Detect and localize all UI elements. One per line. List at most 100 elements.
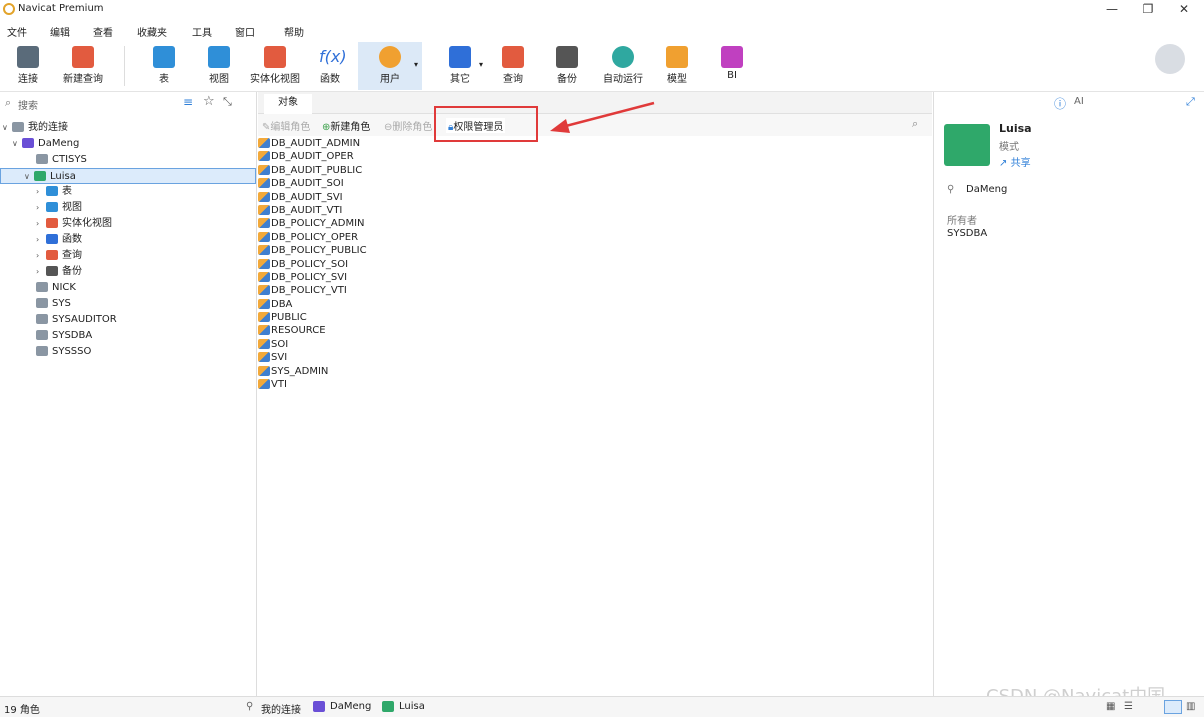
- list-item[interactable]: DB_AUDIT_PUBLIC: [258, 164, 932, 177]
- collapse-icon[interactable]: ⤡: [223, 95, 232, 109]
- delete-role-button[interactable]: ⊖删除角色: [384, 118, 432, 133]
- list-item[interactable]: SYS_ADMIN: [258, 365, 932, 378]
- role-icon: [258, 151, 270, 162]
- role-icon: [258, 271, 270, 282]
- info-icon[interactable]: ⓘ: [1054, 95, 1066, 112]
- share-button[interactable]: ↗ 共享: [999, 154, 1031, 169]
- menu-window[interactable]: 窗口: [235, 24, 255, 39]
- menu-edit[interactable]: 编辑: [50, 24, 70, 39]
- list-item[interactable]: DB_AUDIT_VTI: [258, 204, 932, 217]
- expand-icon[interactable]: ⤢: [1186, 95, 1195, 109]
- list-item[interactable]: DB_POLICY_VTI: [258, 284, 932, 297]
- star-icon[interactable]: ☆: [203, 94, 215, 109]
- list-item[interactable]: DB_POLICY_PUBLIC: [258, 244, 932, 257]
- list-item[interactable]: DB_AUDIT_SOI: [258, 177, 932, 190]
- list-item[interactable]: DB_AUDIT_SVI: [258, 191, 932, 204]
- model-button[interactable]: 模型: [657, 42, 697, 90]
- menu-file[interactable]: 文件: [7, 24, 27, 39]
- list-item[interactable]: DBA: [258, 298, 932, 311]
- minimize-button[interactable]: —: [1094, 0, 1130, 20]
- list-item[interactable]: PUBLIC: [258, 311, 932, 324]
- menu-tools[interactable]: 工具: [192, 24, 212, 39]
- status-bar: 19 角色 ⚲ 我的连接 DaMeng Luisa ▦ ☰ ▥: [0, 696, 1204, 717]
- automation-button[interactable]: 自动运行: [598, 42, 648, 90]
- breadcrumb-root[interactable]: 我的连接: [261, 701, 301, 716]
- tree-item-queries[interactable]: › 查询: [0, 248, 256, 264]
- list-item[interactable]: DB_POLICY_OPER: [258, 231, 932, 244]
- schema-icon: [382, 701, 394, 712]
- list-item[interactable]: DB_AUDIT_ADMIN: [258, 137, 932, 150]
- function-label: 函数: [320, 74, 340, 85]
- role-name: DBA: [271, 298, 293, 310]
- list-item[interactable]: DB_POLICY_SOI: [258, 258, 932, 271]
- new-role-button[interactable]: ⊕新建角色: [322, 118, 370, 133]
- tree-schema[interactable]: SYS: [0, 296, 256, 312]
- tree-schema[interactable]: SYSDBA: [0, 328, 256, 344]
- list-item[interactable]: DB_POLICY_ADMIN: [258, 217, 932, 230]
- ai-tab[interactable]: AI: [1074, 96, 1084, 107]
- table-button[interactable]: 表: [144, 42, 184, 90]
- materialized-view-button[interactable]: 实体化视图: [246, 42, 304, 90]
- tree-connection[interactable]: ∨ DaMeng: [0, 136, 256, 152]
- user-button[interactable]: 用户 ▾: [358, 42, 422, 90]
- list-item[interactable]: RESOURCE: [258, 324, 932, 337]
- bi-button[interactable]: BI: [712, 42, 752, 90]
- tree-item-views[interactable]: › 视图: [0, 200, 256, 216]
- tree-schema[interactable]: SYSAUDITOR: [0, 312, 256, 328]
- tab-objects[interactable]: 对象: [264, 94, 312, 114]
- new-query-icon: [72, 46, 94, 68]
- chevron-down-icon: ∨: [2, 123, 8, 132]
- automation-label: 自动运行: [603, 74, 643, 85]
- close-button[interactable]: ✕: [1166, 0, 1202, 20]
- tree-schema-selected[interactable]: ∨ Luisa: [0, 168, 256, 184]
- connect-button[interactable]: 连接: [6, 42, 50, 90]
- tree-schema[interactable]: NICK: [0, 280, 256, 296]
- tree-item-materialized-views[interactable]: › 实体化视图: [0, 216, 256, 232]
- other-dropdown-arrow-icon[interactable]: ▾: [479, 60, 483, 69]
- search-icon[interactable]: ⌕: [912, 117, 918, 131]
- list-view-icon[interactable]: ☰: [1124, 701, 1133, 712]
- tree-item-tables[interactable]: › 表: [0, 184, 256, 200]
- menu-help[interactable]: 帮助: [284, 24, 304, 39]
- info-pane-icon[interactable]: ▥: [1186, 701, 1195, 712]
- tree-item-backups[interactable]: › 备份: [0, 264, 256, 280]
- view-button[interactable]: 视图: [199, 42, 239, 90]
- other-button[interactable]: 其它 ▾: [433, 42, 487, 90]
- schema-icon: [36, 282, 48, 292]
- search-input[interactable]: 搜索: [18, 97, 38, 112]
- sidebar-search-bar: ⌕ 搜索 ≡ ☆ ⤡: [0, 94, 256, 114]
- schema-icon: [36, 298, 48, 308]
- edit-role-button[interactable]: ✎编辑角色: [262, 118, 310, 133]
- materialized-view-icon: [46, 218, 58, 228]
- breadcrumb-schema[interactable]: Luisa: [399, 701, 425, 712]
- query-button[interactable]: 查询: [493, 42, 533, 90]
- info-panel: ⓘ AI ⤢ Luisa 模式 ↗ 共享 ⚲ DaMeng 所有者 SYSDBA…: [933, 92, 1204, 707]
- user-dropdown-arrow-icon[interactable]: ▾: [414, 60, 418, 69]
- list-item[interactable]: SOI: [258, 338, 932, 351]
- user-label: 用户: [380, 74, 400, 85]
- menu-favorites[interactable]: 收藏夹: [137, 24, 167, 39]
- list-item[interactable]: DB_AUDIT_OPER: [258, 150, 932, 163]
- menu-view[interactable]: 查看: [93, 24, 113, 39]
- tree-item-functions[interactable]: › 函数: [0, 232, 256, 248]
- tree-root[interactable]: ∨ 我的连接: [0, 120, 256, 136]
- list-item[interactable]: DB_POLICY_SVI: [258, 271, 932, 284]
- other-label: 其它: [450, 74, 470, 85]
- tree-schema[interactable]: SYSSSO: [0, 344, 256, 360]
- detail-view-icon[interactable]: [1164, 700, 1182, 714]
- breadcrumb-connection[interactable]: DaMeng: [330, 701, 371, 712]
- function-button[interactable]: f(x) 函数: [310, 42, 350, 90]
- filter-icon[interactable]: ≡: [183, 95, 193, 109]
- new-query-button[interactable]: 新建查询: [58, 42, 108, 90]
- role-name: DB_POLICY_OPER: [271, 231, 359, 243]
- list-item[interactable]: VTI: [258, 378, 932, 391]
- tree-item-label: 表: [62, 186, 72, 197]
- backup-button[interactable]: 备份: [547, 42, 587, 90]
- tree-schema[interactable]: CTISYS: [0, 152, 256, 168]
- maximize-button[interactable]: ❐: [1130, 0, 1166, 20]
- grid-view-icon[interactable]: ▦: [1106, 701, 1115, 712]
- list-item[interactable]: SVI: [258, 351, 932, 364]
- function-icon: f(x): [319, 47, 347, 66]
- robot-icon: [612, 46, 634, 68]
- avatar[interactable]: [1155, 44, 1185, 74]
